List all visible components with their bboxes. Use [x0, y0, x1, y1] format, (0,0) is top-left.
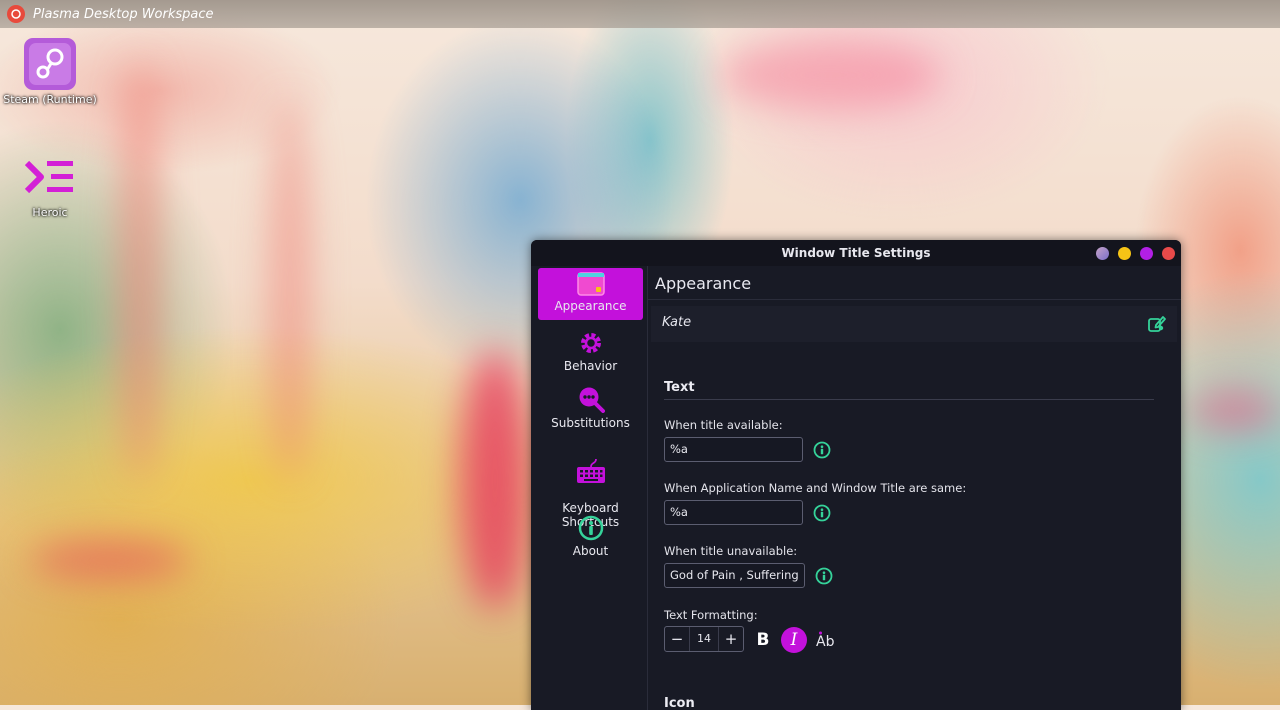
search-dots-icon: [538, 385, 643, 413]
icon-section-title: Icon: [664, 696, 695, 710]
desktop-icon-steam[interactable]: Steam (Runtime): [0, 37, 100, 106]
font-size-spinbox[interactable]: − 14 +: [664, 626, 744, 652]
plasma-logo-icon[interactable]: [7, 5, 25, 23]
gear-icon: [538, 328, 643, 356]
info-icon[interactable]: [815, 567, 833, 585]
bold-button[interactable]: B: [750, 627, 776, 653]
desktop-icon-label: Steam (Runtime): [3, 93, 97, 106]
same-name-field[interactable]: %a: [664, 500, 803, 525]
font-size-value[interactable]: 14: [689, 627, 719, 651]
desktop-icon-heroic[interactable]: Heroic: [0, 150, 100, 219]
section-divider: [664, 399, 1154, 400]
sidebar-item-label: Appearance: [554, 299, 627, 313]
top-panel: Plasma Desktop Workspace: [0, 0, 1280, 28]
steam-icon: [23, 37, 77, 91]
info-icon[interactable]: [813, 504, 831, 522]
text-formatting-label: Text Formatting:: [664, 608, 758, 622]
svg-text:Ab: Ab: [816, 634, 835, 650]
sidebar-item-label: Behavior: [563, 359, 618, 373]
title-unavailable-field[interactable]: God of Pain , Suffering 🔥: [664, 563, 805, 588]
maximize-button[interactable]: [1140, 247, 1153, 260]
sidebar-item-substitutions[interactable]: Substitutions: [538, 385, 643, 435]
capitalize-button[interactable]: Ab: [813, 627, 839, 653]
title-available-field[interactable]: %a: [664, 437, 803, 462]
header-separator: [648, 299, 1181, 300]
close-button[interactable]: [1162, 247, 1175, 260]
info-icon[interactable]: [813, 441, 831, 459]
workspace-title: Plasma Desktop Workspace: [33, 6, 214, 22]
sidebar: Appearance Behavior Substitutions Keyboa…: [531, 266, 648, 710]
heroic-icon: [23, 150, 77, 204]
capitalize-icon: Ab: [816, 631, 835, 650]
sidebar-item-label: About: [572, 544, 609, 558]
italic-icon: I: [790, 630, 798, 650]
settings-window: Window Title Settings Appearance Behavio…: [531, 240, 1181, 710]
preview-app-name: Kate: [662, 315, 692, 330]
main-content: Appearance Kate Text When title availabl…: [648, 266, 1181, 710]
bold-icon: B: [756, 630, 770, 650]
decrease-button[interactable]: −: [665, 630, 689, 648]
desktop-icon-label: Heroic: [32, 206, 68, 219]
window-titlebar[interactable]: Window Title Settings: [531, 240, 1181, 266]
minimize-button[interactable]: [1118, 247, 1131, 260]
title-unavailable-label: When title unavailable:: [664, 544, 798, 558]
title-available-label: When title available:: [664, 418, 783, 432]
keep-above-button[interactable]: [1096, 247, 1109, 260]
sidebar-item-label: Substitutions: [551, 416, 630, 430]
sidebar-item-keyboard-shortcuts[interactable]: Keyboard Shortcuts: [538, 442, 643, 529]
sidebar-item-about[interactable]: About: [538, 513, 643, 563]
sidebar-item-behavior[interactable]: Behavior: [538, 328, 643, 378]
title-preview: Kate: [651, 306, 1177, 342]
window-title: Window Title Settings: [781, 246, 931, 260]
text-section-title: Text: [664, 380, 695, 395]
italic-button[interactable]: I: [781, 627, 807, 653]
edit-preview-icon[interactable]: [1147, 314, 1167, 338]
keyboard-icon: [538, 456, 643, 484]
sidebar-item-appearance[interactable]: Appearance: [538, 268, 643, 320]
page-title: Appearance: [655, 274, 752, 293]
appearance-icon: [538, 268, 643, 296]
increase-button[interactable]: +: [719, 630, 743, 648]
same-name-label: When Application Name and Window Title a…: [664, 481, 967, 495]
info-icon: [538, 513, 643, 541]
